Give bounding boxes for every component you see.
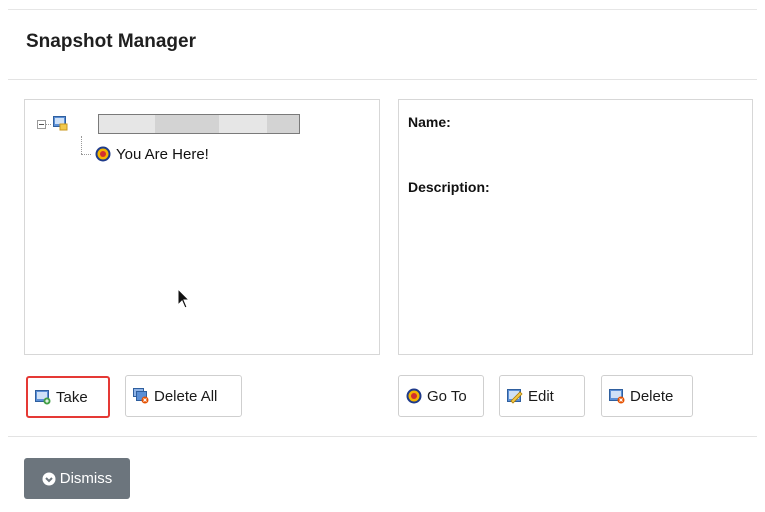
- take-button-label: Take: [56, 388, 88, 406]
- vm-icon: [53, 116, 68, 131]
- edit-button-label: Edit: [528, 387, 554, 405]
- tree-connector: [81, 154, 91, 156]
- header-divider: [8, 79, 757, 80]
- target-icon: [406, 388, 422, 404]
- mouse-cursor-icon: [177, 288, 191, 309]
- edit-pencil-icon: [507, 389, 523, 404]
- snapshot-details-panel: Name: Description:: [398, 99, 753, 355]
- collapse-toggle-icon[interactable]: [37, 120, 46, 129]
- delete-button-label: Delete: [630, 387, 674, 405]
- tree-connector: [81, 136, 83, 154]
- go-to-button[interactable]: Go To: [398, 375, 484, 417]
- delete-all-button-label: Delete All: [154, 387, 218, 405]
- top-divider: [8, 9, 757, 10]
- description-label: Description:: [408, 179, 490, 195]
- dialog-title: Snapshot Manager: [26, 31, 196, 52]
- delete-button[interactable]: Delete: [601, 375, 693, 417]
- dismiss-circle-arrow-icon: [42, 472, 56, 485]
- dismiss-button[interactable]: Dismiss: [24, 458, 130, 499]
- tree-root-label[interactable]: [98, 114, 300, 134]
- take-snapshot-button[interactable]: Take: [26, 376, 110, 418]
- tree-connector: [46, 124, 51, 126]
- delete-snapshot-icon: [609, 389, 625, 404]
- go-to-button-label: Go To: [427, 387, 467, 405]
- you-are-here-icon: [95, 146, 111, 162]
- edit-button[interactable]: Edit: [499, 375, 585, 417]
- dismiss-button-label: Dismiss: [59, 470, 113, 487]
- delete-all-button[interactable]: Delete All: [125, 375, 242, 417]
- footer-divider: [8, 436, 757, 437]
- tree-node-current-label[interactable]: You Are Here!: [116, 146, 209, 163]
- delete-all-icon: [133, 388, 149, 404]
- snapshot-tree-panel[interactable]: You Are Here!: [24, 99, 380, 355]
- take-snapshot-icon: [35, 390, 51, 405]
- name-label: Name:: [408, 114, 451, 130]
